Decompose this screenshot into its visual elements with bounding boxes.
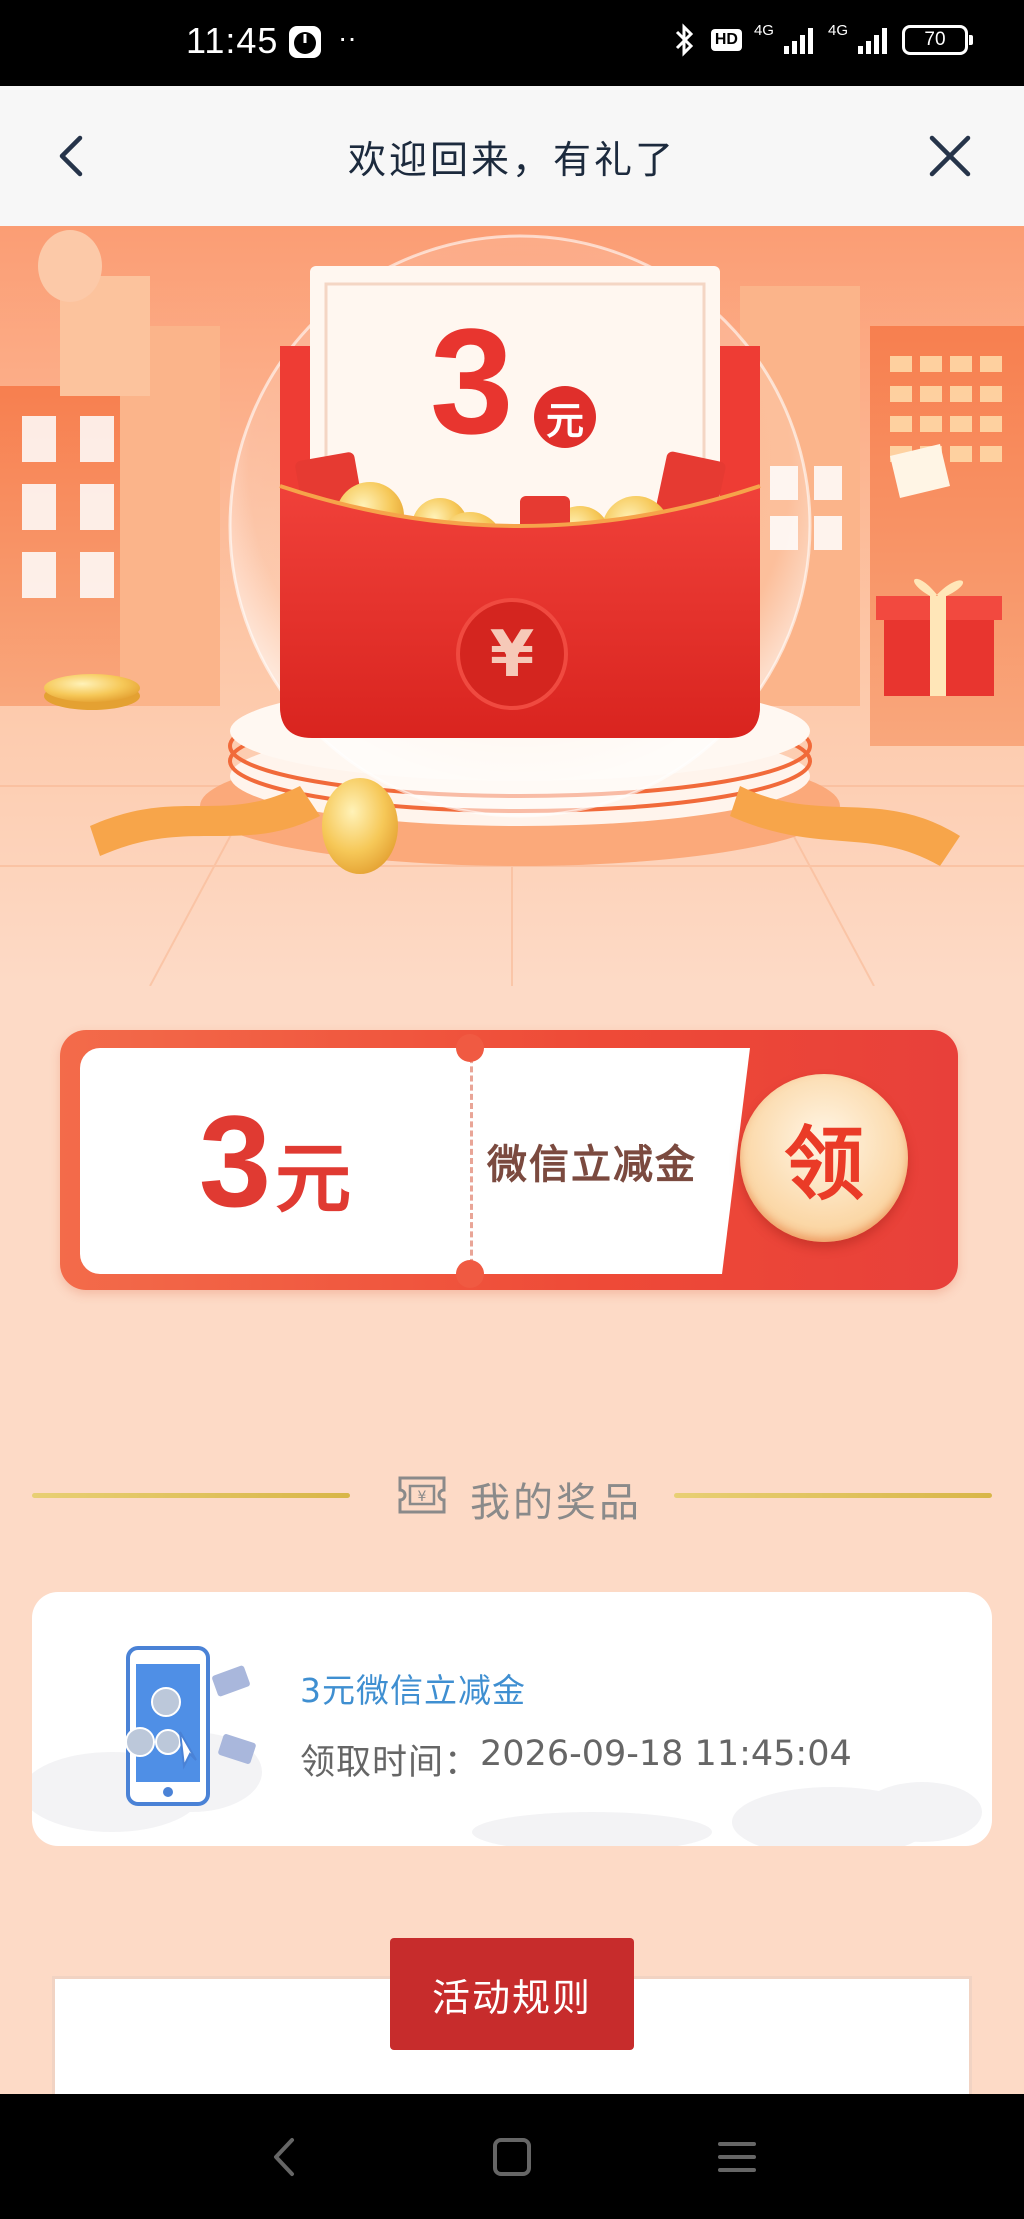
svg-text:¥: ¥	[490, 618, 535, 692]
section-title-text: 我的奖品	[470, 1480, 642, 1526]
system-menu-icon[interactable]	[712, 2132, 762, 2182]
my-prizes-header: ¥ 我的奖品	[0, 1460, 1024, 1530]
hd-voice-badge: HD	[710, 29, 742, 51]
prize-time-label: 领取时间：	[300, 1743, 481, 1783]
stopwatch-icon	[289, 26, 321, 58]
bluetooth-icon	[675, 23, 693, 57]
system-back-icon[interactable]	[260, 2132, 310, 2182]
coupon-label-panel: 微信立减金	[470, 1048, 750, 1274]
network-type-1: 4G	[753, 21, 774, 39]
status-bar: 11:45 ·· HD 4G 4G 70	[0, 0, 1024, 86]
hero-banner: ¥ 3 元	[0, 226, 1024, 986]
back-arrow-icon[interactable]	[46, 128, 102, 184]
network-type-2: 4G	[827, 21, 848, 39]
system-navigation-bar	[0, 2094, 1024, 2219]
coupon-unit: 元	[275, 1134, 352, 1223]
prize-name: 3元微信立减金	[300, 1671, 526, 1710]
coupon-card: 3 元 微信立减金 领	[60, 1030, 958, 1290]
coupon-notch-top	[456, 1034, 484, 1062]
section-divider-left	[32, 1493, 350, 1498]
coupon-notch-bottom	[456, 1260, 484, 1288]
coupon-amount-panel: 3 元	[80, 1048, 470, 1274]
hero-amount: 3	[430, 297, 514, 465]
status-time: 11:45	[186, 20, 279, 61]
signal-icon-1	[783, 28, 813, 54]
prize-claim-time: 领取时间： 2026-09-18 11:45:04	[300, 1734, 852, 1785]
phone-cashback-icon	[125, 1646, 256, 1806]
section-divider-right	[674, 1493, 992, 1498]
signal-icon-2	[858, 28, 887, 54]
battery-indicator: 70	[902, 25, 973, 55]
nav-bar: 欢迎回来，有礼了	[0, 86, 1024, 226]
page-title: 欢迎回来，有礼了	[347, 137, 676, 182]
prize-card[interactable]: 3元微信立减金 领取时间： 2026-09-18 11:45:04	[32, 1592, 992, 1846]
notification-dots: ··	[338, 22, 357, 53]
system-home-icon[interactable]	[487, 2132, 537, 2182]
status-indicators: HD 4G 4G 70	[669, 21, 973, 57]
claim-button[interactable]: 领	[740, 1074, 908, 1242]
hero-unit-badge: 元	[534, 386, 596, 448]
svg-text:¥: ¥	[418, 1489, 427, 1505]
activity-rules-button[interactable]: 活动规则	[390, 1938, 634, 2050]
coupon-label: 微信立减金	[487, 1142, 697, 1188]
close-icon[interactable]	[922, 128, 978, 184]
prize-time-value: 2026-09-18 11:45:04	[480, 1734, 852, 1774]
coupon-amount: 3	[198, 1088, 272, 1234]
prize-ticket-icon: ¥	[398, 1476, 446, 1514]
